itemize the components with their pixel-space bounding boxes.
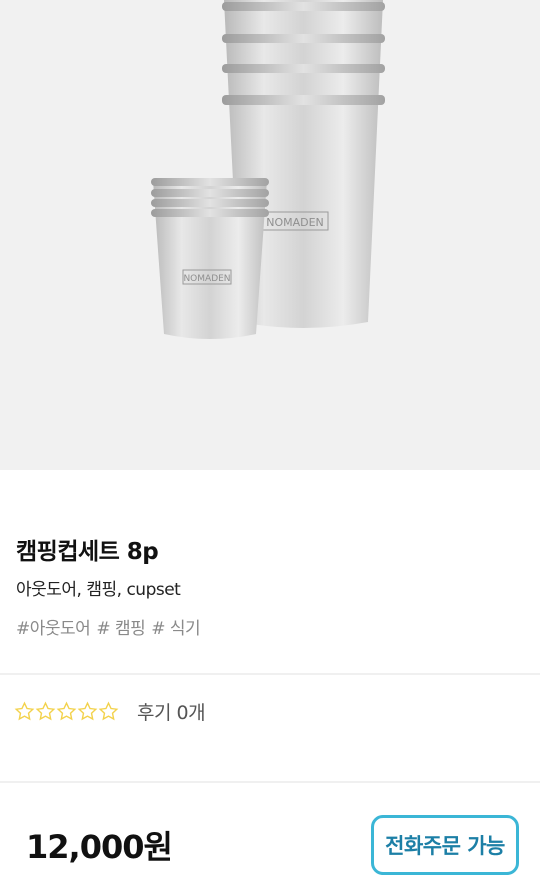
tag-tableware[interactable]: # 식기	[151, 619, 200, 639]
price: 12,000원	[26, 828, 173, 866]
rating-summary[interactable]: 후기 0개	[14, 698, 206, 725]
product-description: 아웃도어, 캠핑, cupset	[16, 580, 181, 600]
star-rating	[14, 701, 119, 722]
review-count[interactable]: 후기 0개	[137, 698, 206, 725]
phone-order-button[interactable]: 전화주문 가능	[371, 815, 519, 875]
brand-logo-large: NOMADEN	[266, 216, 324, 229]
tag-outdoor[interactable]: #아웃도어	[16, 619, 91, 639]
divider	[0, 781, 540, 783]
star-empty-icon	[14, 701, 35, 720]
product-title: 캠핑컵세트 8p	[16, 539, 159, 565]
tag-camping[interactable]: # 캠핑	[96, 619, 145, 639]
star-empty-icon	[35, 701, 56, 720]
star-empty-icon	[77, 701, 98, 720]
star-empty-icon	[98, 701, 119, 720]
product-image[interactable]: NOMADEN NOMADEN	[0, 0, 540, 470]
star-empty-icon	[56, 701, 77, 720]
cup-set-illustration: NOMADEN NOMADEN	[151, 0, 385, 339]
divider	[0, 673, 540, 675]
brand-logo-small: NOMADEN	[183, 274, 230, 284]
tag-list: #아웃도어 # 캠핑 # 식기	[16, 614, 206, 639]
